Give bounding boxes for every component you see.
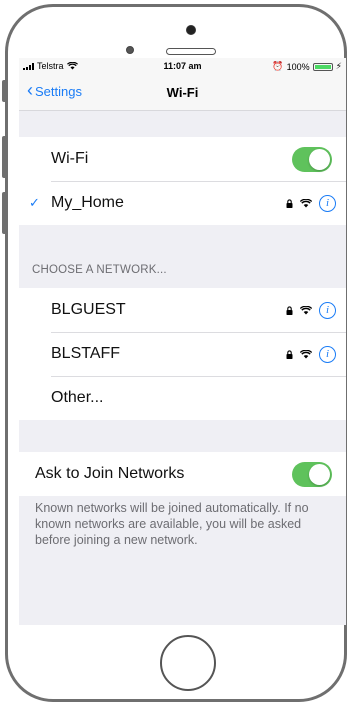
charging-icon: ⚡ (335, 61, 342, 71)
network-row[interactable]: BLGUEST i (19, 288, 346, 332)
ask-to-join-note: Known networks will be joined automatica… (35, 501, 309, 547)
info-icon[interactable]: i (319, 301, 336, 319)
volume-down-button[interactable] (2, 192, 6, 234)
screen: Telstra 11:07 am ⏰ 100% ⚡ ‹ Settings Wi-… (19, 58, 346, 625)
other-network-label: Other... (51, 389, 104, 406)
battery-percent: 100% (286, 61, 310, 72)
ask-to-join-label: Ask to Join Networks (35, 465, 185, 482)
wifi-toggle-row: Wi-Fi (19, 137, 346, 181)
navigation-bar: ‹ Settings Wi-Fi (19, 74, 346, 111)
ask-to-join-toggle[interactable] (292, 461, 332, 487)
home-button[interactable] (160, 635, 216, 691)
wifi-signal-icon (300, 305, 312, 314)
ask-to-join-group: Ask to Join Networks (19, 452, 346, 496)
checkmark-icon: ✓ (29, 195, 40, 210)
info-icon[interactable]: i (319, 194, 336, 212)
alarm-icon: ⏰ (272, 61, 284, 71)
front-camera (186, 25, 196, 35)
wifi-signal-icon (300, 349, 312, 358)
volume-up-button[interactable] (2, 136, 6, 178)
earpiece-speaker (166, 48, 216, 55)
info-icon[interactable]: i (319, 345, 336, 363)
network-name: BLGUEST (51, 301, 126, 318)
ask-to-join-row: Ask to Join Networks (19, 452, 346, 496)
other-network-row[interactable]: Other... (19, 376, 346, 420)
wifi-signal-icon (300, 198, 312, 207)
network-name: BLSTAFF (51, 345, 121, 362)
networks-list: BLGUEST i BLSTAFF i Other... (19, 288, 346, 420)
wifi-label: Wi-Fi (51, 150, 89, 167)
mute-switch[interactable] (2, 80, 6, 102)
lock-icon (286, 349, 293, 359)
lock-icon (286, 198, 293, 208)
networks-section-header: CHOOSE A NETWORK... (32, 264, 167, 276)
wifi-group: Wi-Fi ✓ My_Home i (19, 137, 346, 225)
battery-icon (312, 62, 333, 71)
proximity-sensor (126, 46, 134, 54)
wifi-toggle[interactable] (292, 146, 332, 172)
connected-network-name: My_Home (51, 194, 124, 211)
page-title: Wi-Fi (166, 85, 199, 100)
connected-network-row[interactable]: ✓ My_Home i (19, 181, 346, 225)
network-row[interactable]: BLSTAFF i (19, 332, 346, 376)
lock-icon (286, 305, 293, 315)
status-bar: Telstra 11:07 am ⏰ 100% ⚡ (19, 58, 346, 74)
